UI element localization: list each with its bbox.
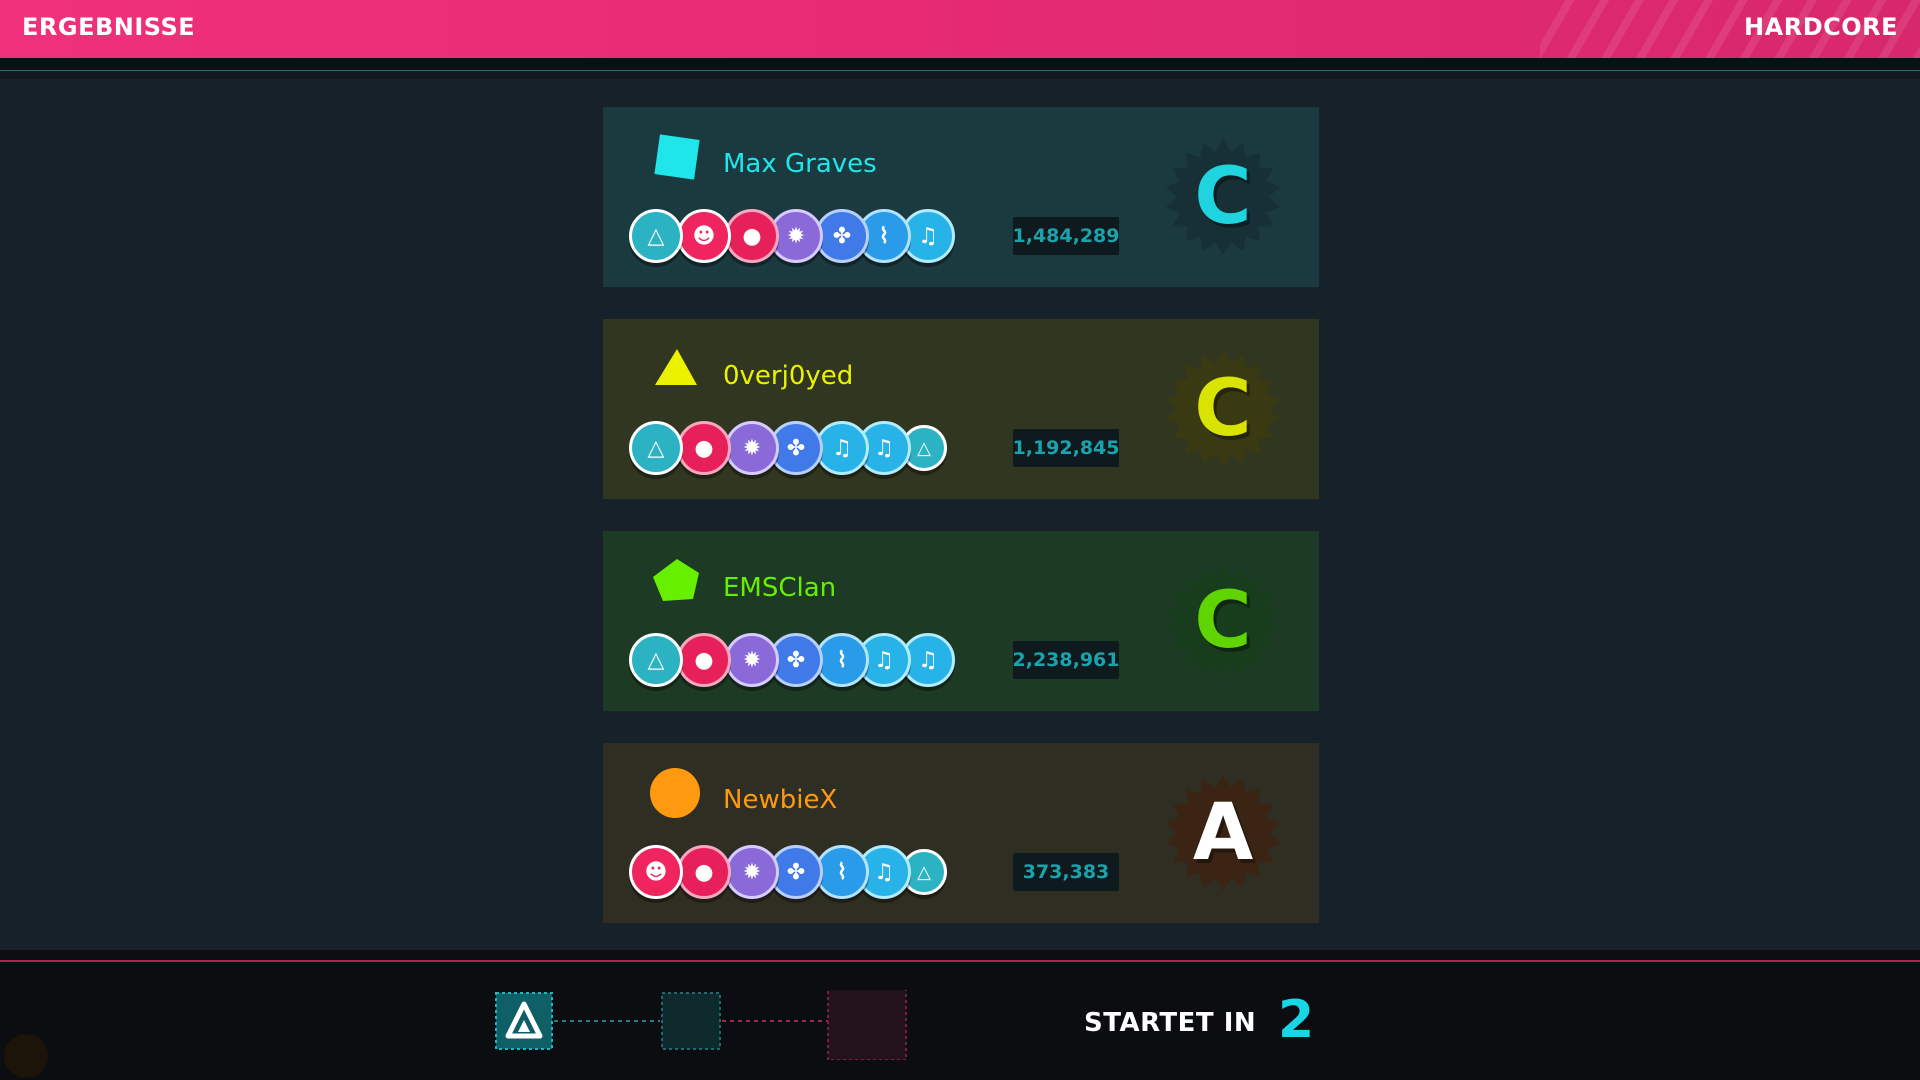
level-slot-current <box>495 992 553 1050</box>
player-result-card: 0verj0yed △ ● ✹ ✤ ♫ ♫ △ 1,192,845 C C <box>603 319 1319 499</box>
player-pentagon-icon <box>647 553 703 609</box>
virus-icon: ✹ <box>725 845 779 899</box>
collected-tokens: △ ☻ ● ✹ ✤ ⌇ ♫ <box>629 209 1009 263</box>
corner-indicator <box>4 1034 48 1078</box>
player-score: 1,192,845 <box>1013 429 1120 467</box>
results-header: ERGEBNISSE HARDCORE <box>0 0 1920 58</box>
molecule-icon: ✤ <box>815 209 869 263</box>
header-divider <box>0 58 1920 70</box>
rank-letter: C <box>1194 152 1251 242</box>
player-triangle-icon <box>647 341 703 397</box>
player-result-card: NewbieX ☻ ● ✹ ✤ ⌇ ♫ △ 373,383 A A <box>603 743 1319 923</box>
pill-icon: ⌇ <box>815 845 869 899</box>
level-slot-next <box>661 992 721 1050</box>
collected-tokens: △ ● ✹ ✤ ⌇ ♫ ♫ <box>629 633 1009 687</box>
level-slot-final <box>827 990 907 1060</box>
collected-tokens: ☻ ● ✹ ✤ ⌇ ♫ △ <box>629 845 1009 899</box>
header-shadow <box>0 71 1920 79</box>
player-result-card: EMSClan △ ● ✹ ✤ ⌇ ♫ ♫ 2,238,961 C C <box>603 531 1319 711</box>
skull-icon: ☻ <box>677 209 731 263</box>
rank-letter: C <box>1194 576 1251 666</box>
bomb-icon: ● <box>677 421 731 475</box>
player-name: 0verj0yed <box>723 361 854 391</box>
note-icon: ♫ <box>815 421 869 475</box>
rank-badge: A A <box>1163 773 1283 893</box>
rank-badge: C C <box>1163 561 1283 681</box>
player-square-icon <box>647 129 703 185</box>
bomb-icon: ● <box>677 633 731 687</box>
footer-divider <box>0 950 1920 960</box>
player-name: Max Graves <box>723 149 877 179</box>
bomb-icon: ● <box>677 845 731 899</box>
virus-icon: ✹ <box>725 633 779 687</box>
player-result-card: Max Graves △ ☻ ● ✹ ✤ ⌇ ♫ 1,484,289 C C <box>603 107 1319 287</box>
level-progress <box>495 990 907 1060</box>
footer-bar <box>0 962 1920 1080</box>
virus-icon: ✹ <box>725 421 779 475</box>
player-score: 2,238,961 <box>1013 641 1120 679</box>
game-mode-label: HARDCORE <box>1744 13 1898 41</box>
player-name: NewbieX <box>723 785 838 815</box>
rank-letter: A <box>1193 788 1253 878</box>
rank-badge: C C <box>1163 349 1283 469</box>
triangle-icon: △ <box>629 633 683 687</box>
pill-icon: ⌇ <box>815 633 869 687</box>
rank-badge: C C <box>1163 137 1283 257</box>
countdown-number: 2 <box>1278 990 1315 1050</box>
triangle-icon: △ <box>629 209 683 263</box>
player-name: EMSClan <box>723 573 837 603</box>
collected-tokens: △ ● ✹ ✤ ♫ ♫ △ <box>629 421 1009 475</box>
triangle-icon: △ <box>629 421 683 475</box>
player-score: 373,383 <box>1013 853 1119 891</box>
player-circle-icon <box>647 765 703 821</box>
page-title: ERGEBNISSE <box>22 13 196 41</box>
skull-icon: ☻ <box>629 845 683 899</box>
bomb-icon: ● <box>725 209 779 263</box>
player-score: 1,484,289 <box>1013 217 1120 255</box>
rank-letter: C <box>1194 364 1251 454</box>
starts-in-label: STARTET IN <box>1084 1008 1257 1038</box>
